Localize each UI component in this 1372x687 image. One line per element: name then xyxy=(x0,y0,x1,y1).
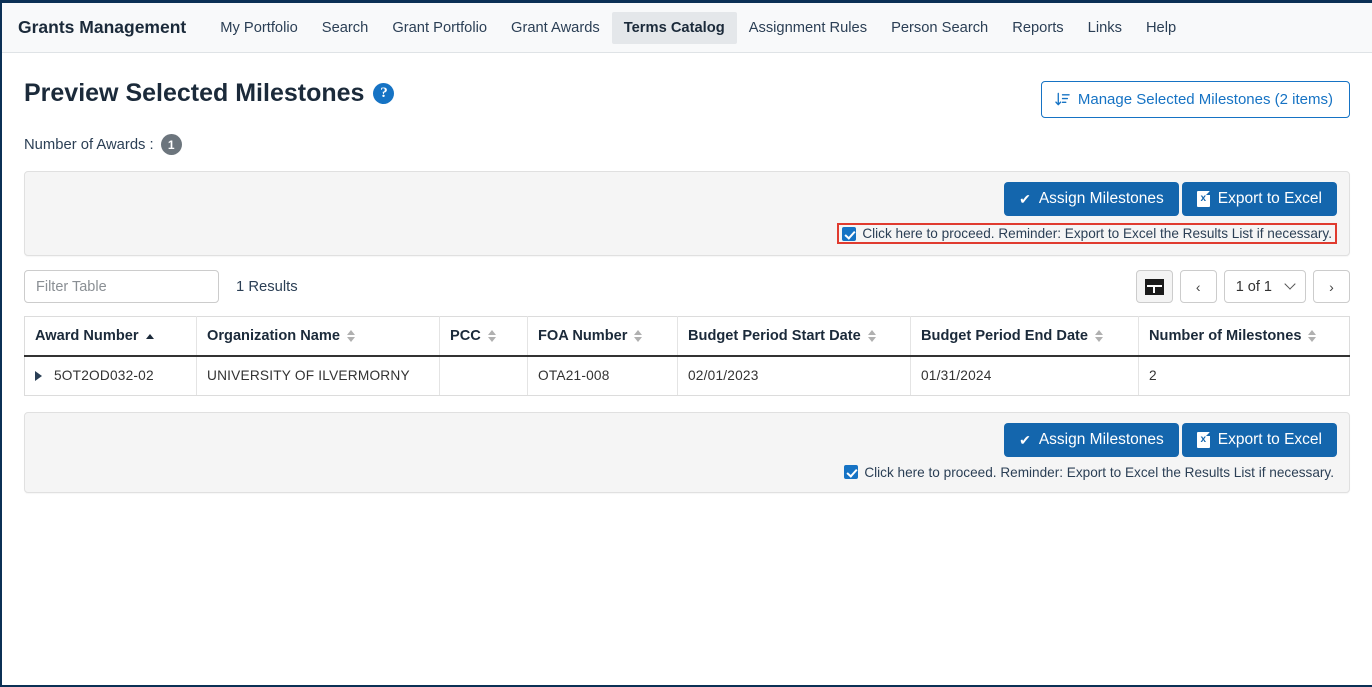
top-action-panel: ✔ Assign Milestones Export to Excel Clic… xyxy=(24,171,1350,256)
page-selector-label: 1 of 1 xyxy=(1235,278,1272,295)
number-of-awards-label: Number of Awards : xyxy=(24,136,154,153)
number-of-awards: Number of Awards : 1 xyxy=(24,134,1350,155)
app-brand[interactable]: Grants Management xyxy=(14,17,190,38)
nav-item-assignment-rules[interactable]: Assignment Rules xyxy=(737,12,879,44)
awards-table-body: 5OT2OD032-02 UNIVERSITY OF ILVERMORNY OT… xyxy=(24,356,1350,396)
number-of-awards-badge: 1 xyxy=(160,134,182,155)
nav-item-terms-catalog[interactable]: Terms Catalog xyxy=(611,11,737,44)
main-content: Preview Selected Milestones ? Manage Sel… xyxy=(2,53,1372,493)
excel-file-icon xyxy=(1196,191,1210,207)
table-pagination: ‹ 1 of 1 › xyxy=(1135,270,1350,303)
top-navigation-bar: Grants Management My Portfolio Search Gr… xyxy=(2,0,1372,53)
nav-item-help[interactable]: Help xyxy=(1134,12,1188,44)
table-toolbar: 1 Results ‹ 1 of 1 › xyxy=(24,270,1350,303)
grid-view-button[interactable] xyxy=(1135,270,1173,303)
export-to-excel-button-bottom[interactable]: Export to Excel xyxy=(1181,422,1337,457)
column-label-budget-period-start-date: Budget Period Start Date xyxy=(688,328,861,344)
column-header-award-number[interactable]: Award Number xyxy=(24,316,197,357)
column-header-pcc[interactable]: PCC xyxy=(439,316,528,357)
column-header-budget-period-start-date[interactable]: Budget Period Start Date xyxy=(677,316,911,357)
column-header-budget-period-end-date[interactable]: Budget Period End Date xyxy=(910,316,1139,357)
table-row[interactable]: 5OT2OD032-02 UNIVERSITY OF ILVERMORNY OT… xyxy=(24,356,1350,396)
column-header-organization-name[interactable]: Organization Name xyxy=(196,316,440,357)
column-label-budget-period-end-date: Budget Period End Date xyxy=(921,328,1089,344)
previous-page-button[interactable]: ‹ xyxy=(1179,270,1217,303)
sort-both-icon xyxy=(347,330,355,342)
sort-both-icon xyxy=(634,330,643,342)
grid-view-icon xyxy=(1144,278,1164,295)
application-page: Grants Management My Portfolio Search Gr… xyxy=(0,0,1372,687)
cell-budget-period-end-date: 01/31/2024 xyxy=(910,356,1139,396)
proceed-checkbox-group-top[interactable]: Click here to proceed. Reminder: Export … xyxy=(837,223,1337,244)
nav-item-reports[interactable]: Reports xyxy=(1000,12,1075,44)
bottom-action-panel: ✔ Assign Milestones Export to Excel Clic… xyxy=(24,411,1350,493)
nav-item-search[interactable]: Search xyxy=(310,12,381,44)
cell-number-of-milestones: 2 xyxy=(1138,356,1350,396)
awards-table-head: Award Number Organization Name PCC FOA N… xyxy=(24,316,1350,357)
bottom-action-buttons: ✔ Assign Milestones Export to Excel xyxy=(37,422,1337,457)
proceed-checkbox-bottom[interactable] xyxy=(844,465,859,479)
column-label-pcc: PCC xyxy=(450,328,481,344)
table-filter-group: 1 Results xyxy=(24,270,298,303)
cell-award-number: 5OT2OD032-02 xyxy=(24,356,197,396)
cell-award-number-text: 5OT2OD032-02 xyxy=(54,368,154,383)
cell-budget-period-start-date: 02/01/2023 xyxy=(677,356,911,396)
assign-milestones-button-top[interactable]: ✔ Assign Milestones xyxy=(1004,182,1179,216)
top-action-buttons: ✔ Assign Milestones Export to Excel xyxy=(37,182,1337,216)
sort-both-icon xyxy=(1095,330,1104,342)
column-label-foa-number: FOA Number xyxy=(538,328,628,344)
nav-item-links[interactable]: Links xyxy=(1076,12,1134,44)
assign-milestones-label-bottom: Assign Milestones xyxy=(1038,430,1164,448)
next-page-button[interactable]: › xyxy=(1313,270,1350,303)
row-expand-icon[interactable] xyxy=(35,370,42,381)
page-title: Preview Selected Milestones ? xyxy=(24,79,395,107)
column-header-number-of-milestones[interactable]: Number of Milestones xyxy=(1138,316,1350,357)
help-icon[interactable]: ? xyxy=(373,83,395,104)
nav-item-person-search[interactable]: Person Search xyxy=(879,12,1000,44)
export-to-excel-button-top[interactable]: Export to Excel xyxy=(1181,182,1337,216)
sort-ascending-icon xyxy=(145,333,154,339)
nav-item-grant-awards[interactable]: Grant Awards xyxy=(499,12,612,44)
cell-pcc xyxy=(439,356,528,396)
table-header-row: Award Number Organization Name PCC FOA N… xyxy=(24,316,1350,357)
manage-selected-milestones-label: Manage Selected Milestones (2 items) xyxy=(1077,91,1333,108)
proceed-text-top: Click here to proceed. Reminder: Export … xyxy=(862,226,1332,241)
column-label-organization-name: Organization Name xyxy=(207,328,340,344)
sort-both-icon xyxy=(1308,330,1317,342)
cell-organization-name: UNIVERSITY OF ILVERMORNY xyxy=(196,356,440,396)
column-label-number-of-milestones: Number of Milestones xyxy=(1149,328,1302,344)
chevron-down-icon xyxy=(1284,277,1296,290)
excel-file-icon xyxy=(1196,431,1210,448)
column-label-award-number: Award Number xyxy=(35,328,139,344)
sort-both-icon xyxy=(867,330,876,342)
assign-milestones-button-bottom[interactable]: ✔ Assign Milestones xyxy=(1004,422,1179,457)
check-icon: ✔ xyxy=(1019,191,1031,207)
cell-foa-number: OTA21-008 xyxy=(527,356,678,396)
manage-selected-milestones-button[interactable]: Manage Selected Milestones (2 items) xyxy=(1040,81,1350,118)
nav-item-grant-portfolio[interactable]: Grant Portfolio xyxy=(380,12,499,44)
proceed-checkbox-top[interactable] xyxy=(842,226,857,241)
nav-item-my-portfolio[interactable]: My Portfolio xyxy=(208,12,310,44)
filter-table-input[interactable] xyxy=(24,270,219,303)
sort-both-icon xyxy=(487,330,496,342)
check-icon: ✔ xyxy=(1019,431,1031,448)
export-to-excel-label-top: Export to Excel xyxy=(1217,190,1322,207)
top-proceed-row: Click here to proceed. Reminder: Export … xyxy=(37,223,1337,244)
sort-descending-icon xyxy=(1055,92,1070,107)
awards-table: Award Number Organization Name PCC FOA N… xyxy=(24,316,1350,396)
column-header-foa-number[interactable]: FOA Number xyxy=(527,316,678,357)
page-selector[interactable]: 1 of 1 xyxy=(1223,270,1306,303)
bottom-proceed-row: Click here to proceed. Reminder: Export … xyxy=(37,464,1337,481)
results-count-text: 1 Results xyxy=(236,278,298,295)
page-header: Preview Selected Milestones ? Manage Sel… xyxy=(24,53,1350,118)
proceed-text-bottom: Click here to proceed. Reminder: Export … xyxy=(864,464,1334,480)
page-title-text: Preview Selected Milestones xyxy=(24,79,365,107)
assign-milestones-label-top: Assign Milestones xyxy=(1038,190,1164,207)
export-to-excel-label-bottom: Export to Excel xyxy=(1217,430,1322,448)
proceed-checkbox-group-bottom[interactable]: Click here to proceed. Reminder: Export … xyxy=(841,464,1337,481)
